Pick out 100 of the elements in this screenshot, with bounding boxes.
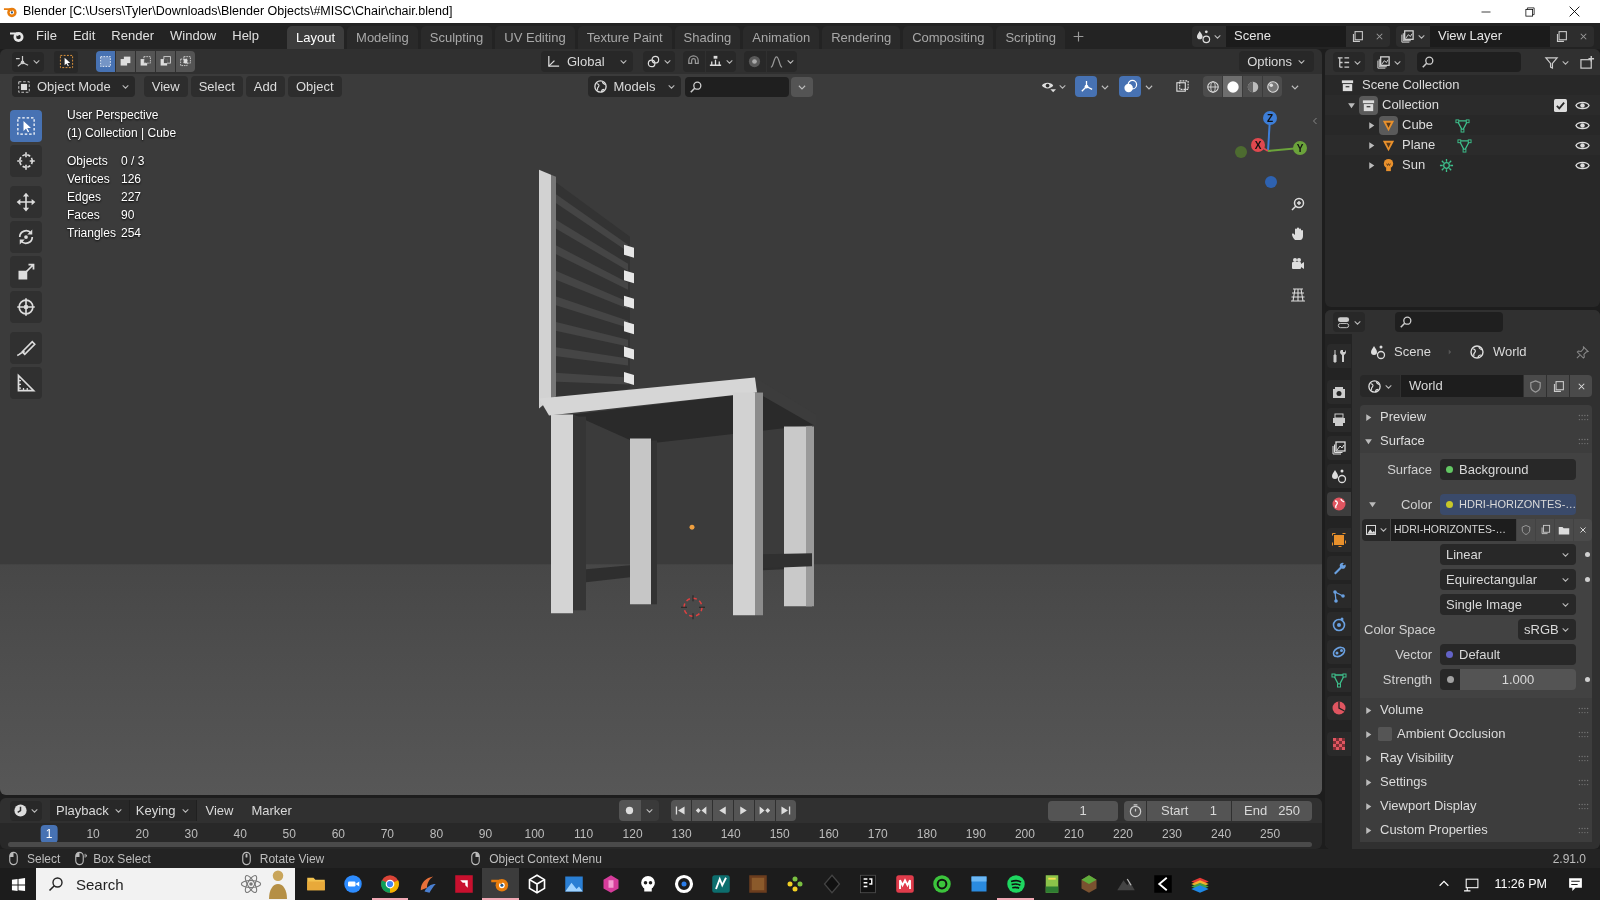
menu-button[interactable]: Object [287,76,342,97]
collection-dropdown[interactable]: Models [587,76,682,97]
menu-button[interactable]: View [196,800,243,821]
hint-text: Object Context Menu [489,850,602,868]
menu-item[interactable]: File [28,26,65,46]
outliner-item[interactable]: Sun [1402,155,1426,175]
start-frame-field[interactable]: Start 1 [1147,800,1231,821]
panel-header[interactable]: Volume [1380,700,1424,720]
frame-number: 100 [523,826,546,843]
workspace-tab[interactable]: Sculpting [420,26,493,49]
workspace-tab[interactable]: Scripting [996,26,1065,49]
socket-field[interactable]: HDRI-HORIZONTES-… [1440,494,1576,515]
outliner-item[interactable]: Scene Collection [1362,75,1460,95]
frame-number: 10 [85,826,101,843]
workspace-tab[interactable]: Texture Paint [577,26,672,49]
frame-number: 170 [866,826,889,843]
version-label: 2.91.0 [1552,850,1586,868]
view-name: User Perspective [67,107,160,124]
hint-text: Box Select [93,850,151,868]
stat-label: Triangles [67,225,117,242]
menu-item[interactable]: Window [162,26,225,46]
name-field[interactable]: HDRI-HORIZONTES-… [1391,518,1516,541]
field-label: Vector [1395,645,1433,664]
context-label: (1) Collection | Cube [67,125,177,142]
frame-number: 190 [964,826,987,843]
frame-number: 110 [572,826,595,843]
dropdown[interactable]: Linear [1440,544,1576,565]
mode-dropdown[interactable]: Object Mode [12,76,135,97]
stat-value: 227 [121,189,142,206]
workspace-tab[interactable]: Animation [743,26,820,49]
workspace-tab[interactable]: Layout [287,26,345,49]
view-layer-field[interactable]: View Layer [1430,25,1550,47]
frame-number: 220 [1111,826,1134,843]
dropdown[interactable]: Equirectangular [1440,569,1576,590]
menu-dropdown[interactable]: Playback [50,800,130,821]
field-label: Strength [1382,670,1433,689]
frame-number: 20 [134,826,150,843]
frame-number: 40 [232,826,248,843]
frame-number: 120 [621,826,644,843]
panel-header[interactable]: Surface [1380,431,1425,451]
dropdown[interactable]: sRGB [1518,619,1576,640]
breadcrumb-item: World [1492,343,1527,362]
frame-number: 90 [477,826,494,843]
menu-button[interactable]: Marker [242,800,301,821]
menu-item[interactable]: Render [103,26,162,46]
name-field[interactable]: World [1401,375,1523,397]
socket-field[interactable]: Background [1440,459,1576,480]
frame-number: 1 [40,825,58,843]
field-label: Surface [1387,460,1433,479]
menu-item[interactable]: Help [224,26,267,46]
menu-dropdown[interactable]: Keying [129,800,197,821]
field-label: Color Space [1363,620,1437,639]
options-dropdown[interactable]: Options [1239,51,1314,72]
outliner-item[interactable]: Collection [1382,95,1440,115]
workspace-tab[interactable]: Compositing [903,26,994,49]
window-title: Blender [C:\Users\Tyler\Downloads\Blender Objects\#MISC\Chair\chair.blend] [23,3,453,21]
frame-number: 250 [1259,826,1282,843]
workspace-tab[interactable]: Rendering [822,26,901,49]
scene-field[interactable]: Scene [1226,25,1346,47]
axis-handle[interactable]: Z [1263,111,1277,152]
frame-field[interactable]: 1 [1048,800,1118,821]
search-field[interactable]: Search [36,868,295,900]
panel-header[interactable]: Preview [1380,407,1427,427]
panel-header[interactable]: Settings [1380,772,1427,792]
stat-label: Edges [67,189,103,206]
frame-number: 180 [915,826,938,843]
stat-value: 126 [121,171,142,188]
hint-text: Select [27,850,61,868]
frame-number: 130 [670,826,693,843]
stat-label: Faces [67,207,101,224]
field-label: Color [1400,495,1433,514]
frame-number: 50 [281,826,297,843]
frame-number: 150 [768,826,791,843]
stat-label: Vertices [67,171,111,188]
clock-time[interactable]: 11:26 PM [1494,874,1547,894]
frame-number: 80 [428,826,445,843]
outliner-item[interactable]: Cube [1402,115,1434,135]
frame-number: 160 [817,826,840,843]
axis-handle[interactable]: Y [1267,141,1307,155]
frame-number: 140 [719,826,742,843]
stat-value: 90 [121,207,135,224]
end-frame-field[interactable]: End 250 [1232,800,1312,821]
frame-number: 230 [1161,826,1184,843]
menu-button[interactable]: View [143,76,188,97]
workspace-tab[interactable]: UV Editing [495,26,575,49]
frame-number: 60 [330,826,346,843]
frame-number: 70 [379,826,396,843]
dropdown[interactable]: Single Image [1440,594,1576,615]
menu-button[interactable]: Add [245,76,285,97]
socket-field[interactable]: Default [1440,644,1576,665]
menu-item[interactable]: Edit [64,26,104,46]
stat-value: 0 / 3 [121,153,145,170]
stat-label: Objects [67,153,109,170]
menu-button[interactable]: Select [190,76,243,97]
outliner-item[interactable]: Plane [1402,135,1436,155]
workspace-tab[interactable]: Shading [674,26,741,49]
hint-text: Rotate View [259,850,325,868]
workspace-tab[interactable]: Modeling [347,26,418,49]
orientation-dropdown[interactable]: Global [541,51,633,72]
frame-number: 30 [183,826,199,843]
